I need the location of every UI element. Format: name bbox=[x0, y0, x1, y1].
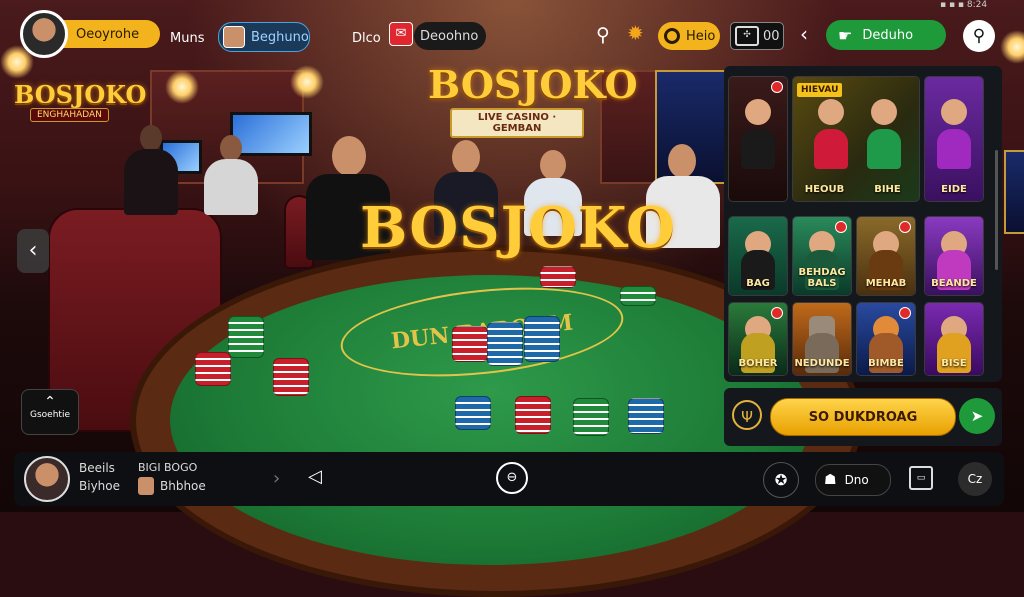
game-card[interactable]: BEHDAG BALS bbox=[792, 216, 852, 296]
chevron-right-icon[interactable]: › bbox=[273, 468, 280, 489]
avatar bbox=[20, 10, 68, 58]
deposit-button[interactable]: ☛ Deduho bbox=[826, 20, 946, 50]
ticket-icon: ☗ bbox=[824, 472, 837, 488]
game-card-title: BAG bbox=[746, 278, 770, 289]
tab-label[interactable]: Dlco bbox=[352, 24, 381, 52]
game-card[interactable] bbox=[728, 76, 788, 202]
notification-badge bbox=[899, 307, 911, 319]
coin-balance-pill[interactable]: Heio bbox=[658, 22, 720, 50]
bottom-subname: Biyhoe bbox=[79, 479, 120, 493]
star-icon[interactable]: ✪ bbox=[763, 462, 799, 498]
game-card-title: BEHDAG BALS bbox=[798, 267, 846, 289]
coin-icon bbox=[664, 28, 680, 44]
chip-stack bbox=[195, 352, 231, 386]
promo-pill[interactable]: Deoohno bbox=[414, 22, 486, 50]
game-grid-panel: HIEVAU HEOUB BIHE EIDE BAG BEHDAG BALS M… bbox=[724, 66, 1002, 382]
counter-value: 00 bbox=[763, 28, 780, 44]
game-card[interactable]: MEHAB bbox=[856, 216, 916, 296]
avatar[interactable] bbox=[24, 456, 70, 502]
nav-back-icon[interactable]: ◁ bbox=[308, 466, 322, 487]
notification-badge bbox=[771, 81, 783, 93]
chip-stack bbox=[573, 398, 609, 436]
chevron-left-icon[interactable]: ‹ bbox=[800, 22, 808, 46]
game-card[interactable]: BIMBE bbox=[856, 302, 916, 376]
game-card[interactable]: BISE bbox=[924, 302, 984, 376]
game-card-title: BISE bbox=[941, 358, 967, 369]
signal-icon: ⌃ bbox=[44, 394, 56, 410]
featured-banner: HIEVAU bbox=[797, 83, 843, 97]
game-card-title: BEANDE bbox=[931, 278, 977, 289]
chip-stack bbox=[273, 358, 309, 396]
status-bar: ▪ ▪ ▪ 8:24 bbox=[940, 0, 988, 10]
brand-tagline: LIVE CASINO · GEMBAN bbox=[450, 108, 584, 138]
chip-stack bbox=[628, 398, 664, 434]
chandelier bbox=[165, 70, 199, 104]
chat-icon[interactable]: ▭ bbox=[909, 466, 933, 490]
game-card-title: BOHER bbox=[738, 358, 778, 369]
top-bar: Oeoyrohe Muns Beghuno Dlco ✉ Deoohno ⚲ ✹… bbox=[0, 10, 1024, 58]
game-card[interactable]: BEANDE bbox=[924, 216, 984, 296]
gear-icon[interactable]: ✹ bbox=[627, 22, 649, 44]
background-guest bbox=[200, 135, 260, 215]
game-card[interactable]: BOHER bbox=[728, 302, 788, 376]
brand-logo-top: BOSJOKO bbox=[428, 62, 638, 107]
download-button[interactable]: SO DUKDROAG bbox=[770, 398, 956, 436]
bottom-label: BIGI BOGO bbox=[138, 461, 198, 474]
game-card-title: BIHE bbox=[874, 184, 901, 195]
gift-icon[interactable]: ✉ bbox=[389, 22, 413, 46]
chip-stack bbox=[228, 316, 264, 358]
coin-label: Heio bbox=[686, 28, 716, 44]
game-card-title: HEOUB bbox=[804, 184, 845, 195]
chip-stack bbox=[524, 316, 560, 362]
close-button[interactable]: Cz bbox=[958, 462, 992, 496]
wallet-icon[interactable]: Ψ bbox=[732, 400, 762, 430]
game-card-title: MEHAB bbox=[865, 278, 907, 289]
chip-stack bbox=[540, 266, 576, 288]
bottom-name: Beeils bbox=[79, 461, 115, 475]
avatar bbox=[223, 26, 245, 48]
scrollbar[interactable] bbox=[995, 150, 998, 270]
game-card[interactable]: EIDE bbox=[924, 76, 984, 202]
brand-logo-main: BOSJOKO bbox=[360, 195, 676, 261]
brand-logo-corner: BOSJOKO bbox=[14, 80, 147, 109]
notification-badge bbox=[835, 221, 847, 233]
profile-button[interactable]: Oeoyrohe bbox=[20, 10, 160, 58]
previous-slide-button[interactable]: ‹ bbox=[17, 229, 49, 273]
corner-widget[interactable]: ⌃ Gsoehtie bbox=[21, 389, 79, 435]
game-card[interactable]: BAG bbox=[728, 216, 788, 296]
notification-badge bbox=[899, 221, 911, 233]
nav-home-button[interactable]: ⊖ bbox=[496, 462, 528, 494]
game-card-title: NEDUNDE bbox=[794, 358, 850, 369]
profile-name: Oeoyrohe bbox=[76, 26, 140, 42]
send-icon[interactable]: ➤ bbox=[959, 398, 995, 434]
bottom-label: Bhbhoe bbox=[160, 479, 206, 493]
search-icon[interactable]: ⚲ bbox=[596, 24, 618, 46]
chip-stack bbox=[487, 322, 523, 366]
user-pill-label: Beghuno bbox=[251, 29, 309, 45]
avatar bbox=[138, 477, 154, 495]
chip-stack bbox=[515, 396, 551, 434]
hand-icon: ☛ bbox=[838, 25, 853, 45]
game-card[interactable]: NEDUNDE bbox=[792, 302, 852, 376]
brand-corner-tagline: ENGHAHADAN bbox=[30, 108, 109, 122]
deposit-label: Deduho bbox=[862, 27, 914, 43]
game-card-title: EIDE bbox=[941, 184, 967, 195]
notification-badge bbox=[771, 307, 783, 319]
chip-stack bbox=[452, 326, 488, 362]
nav-pill-label: Dno bbox=[844, 473, 869, 487]
counter-pill[interactable]: ✣ 00 bbox=[730, 22, 784, 50]
game-card-title: BIMBE bbox=[868, 358, 904, 369]
user-switch-button[interactable]: Beghuno bbox=[218, 22, 310, 52]
nav-pill-button[interactable]: ☗ Dno bbox=[815, 464, 891, 496]
slot-machine bbox=[1004, 150, 1024, 234]
game-card-featured[interactable]: HIEVAU HEOUB BIHE bbox=[792, 76, 920, 202]
search-button[interactable]: ⚲ bbox=[963, 20, 995, 52]
chandelier bbox=[290, 65, 324, 99]
menu-link[interactable]: Muns bbox=[170, 24, 204, 52]
chip-stack bbox=[620, 286, 656, 306]
chip-stack bbox=[455, 396, 491, 430]
corner-widget-label: Gsoehtie bbox=[30, 410, 70, 420]
background-guest bbox=[120, 125, 180, 215]
gamepad-icon: ✣ bbox=[735, 26, 759, 46]
